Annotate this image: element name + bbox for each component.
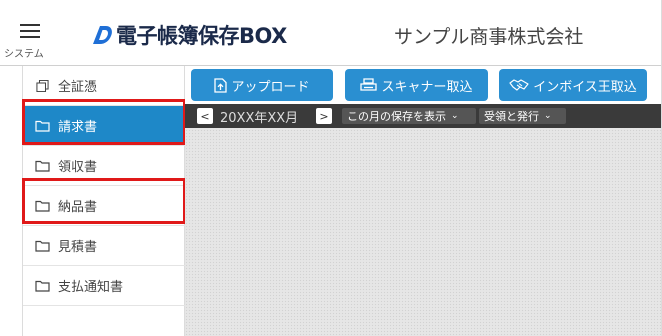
sidebar-item-label: 納品書 bbox=[58, 200, 98, 215]
upload-button-label: アップロード bbox=[231, 79, 310, 95]
hamburger-menu-icon[interactable] bbox=[20, 24, 40, 40]
action-toolbar: アップロード スキャナー取込 インボイス王取込 bbox=[185, 66, 662, 104]
sidebar-item-all-documents[interactable]: 全証憑 bbox=[23, 66, 186, 106]
scanner-icon bbox=[360, 78, 378, 91]
app-header: システム 電子帳簿保存BOX サンプル商事株式会社 bbox=[0, 0, 662, 66]
month-navigation-bar: < 20XX年XX月 > この月の保存を表示 ⌄ 受領と発行 ⌄ bbox=[185, 104, 662, 128]
upload-button[interactable]: アップロード bbox=[191, 69, 333, 101]
main-content: アップロード スキャナー取込 インボイス王取込 < 20XX年XX月 > この月… bbox=[185, 66, 662, 336]
chevron-down-icon: ⌄ bbox=[544, 111, 552, 121]
type-filter-value: 受領と発行 bbox=[484, 110, 539, 123]
sidebar: 全証憑 請求書 領収書 納品書 見積書 支払通知書 bbox=[22, 66, 186, 336]
sidebar-item-payment-notices[interactable]: 支払通知書 bbox=[23, 266, 186, 306]
documents-icon bbox=[36, 79, 49, 92]
sidebar-item-delivery-notes[interactable]: 納品書 bbox=[23, 186, 186, 226]
folder-icon bbox=[35, 200, 50, 212]
scanner-import-button[interactable]: スキャナー取込 bbox=[345, 69, 488, 101]
upload-file-icon bbox=[214, 77, 228, 93]
app-logo: 電子帳簿保存BOX bbox=[90, 20, 287, 50]
chevron-down-icon: ⌄ bbox=[451, 111, 459, 121]
company-name: サンプル商事株式会社 bbox=[394, 26, 584, 48]
sidebar-item-label: 請求書 bbox=[58, 120, 98, 135]
sidebar-item-invoices[interactable]: 請求書 bbox=[23, 106, 186, 146]
type-filter-select[interactable]: 受領と発行 ⌄ bbox=[479, 108, 566, 124]
sidebar-item-label: 見積書 bbox=[58, 240, 98, 255]
current-month-label: 20XX年XX月 bbox=[220, 111, 299, 126]
logo-d-icon bbox=[93, 26, 112, 44]
logo-text: 電子帳簿保存BOX bbox=[116, 24, 287, 48]
sidebar-item-label: 全証憑 bbox=[58, 80, 98, 95]
system-menu-label: システム bbox=[4, 49, 44, 60]
next-month-button[interactable]: > bbox=[316, 108, 332, 124]
scanner-button-label: スキャナー取込 bbox=[381, 79, 473, 95]
folder-icon bbox=[35, 280, 50, 292]
handshake-icon bbox=[509, 79, 529, 91]
sidebar-item-label: 領収書 bbox=[58, 160, 98, 175]
sidebar-item-estimates[interactable]: 見積書 bbox=[23, 226, 186, 266]
display-filter-select[interactable]: この月の保存を表示 ⌄ bbox=[342, 108, 476, 124]
invoice-king-import-button[interactable]: インボイス王取込 bbox=[499, 69, 647, 101]
folder-icon bbox=[35, 160, 50, 172]
sidebar-item-label: 支払通知書 bbox=[58, 280, 124, 295]
invoice-button-label: インボイス王取込 bbox=[533, 79, 637, 95]
display-filter-value: この月の保存を表示 bbox=[347, 110, 446, 123]
previous-month-button[interactable]: < bbox=[197, 108, 213, 124]
folder-icon bbox=[35, 120, 50, 132]
folder-icon bbox=[35, 240, 50, 252]
sidebar-item-receipts[interactable]: 領収書 bbox=[23, 146, 186, 186]
